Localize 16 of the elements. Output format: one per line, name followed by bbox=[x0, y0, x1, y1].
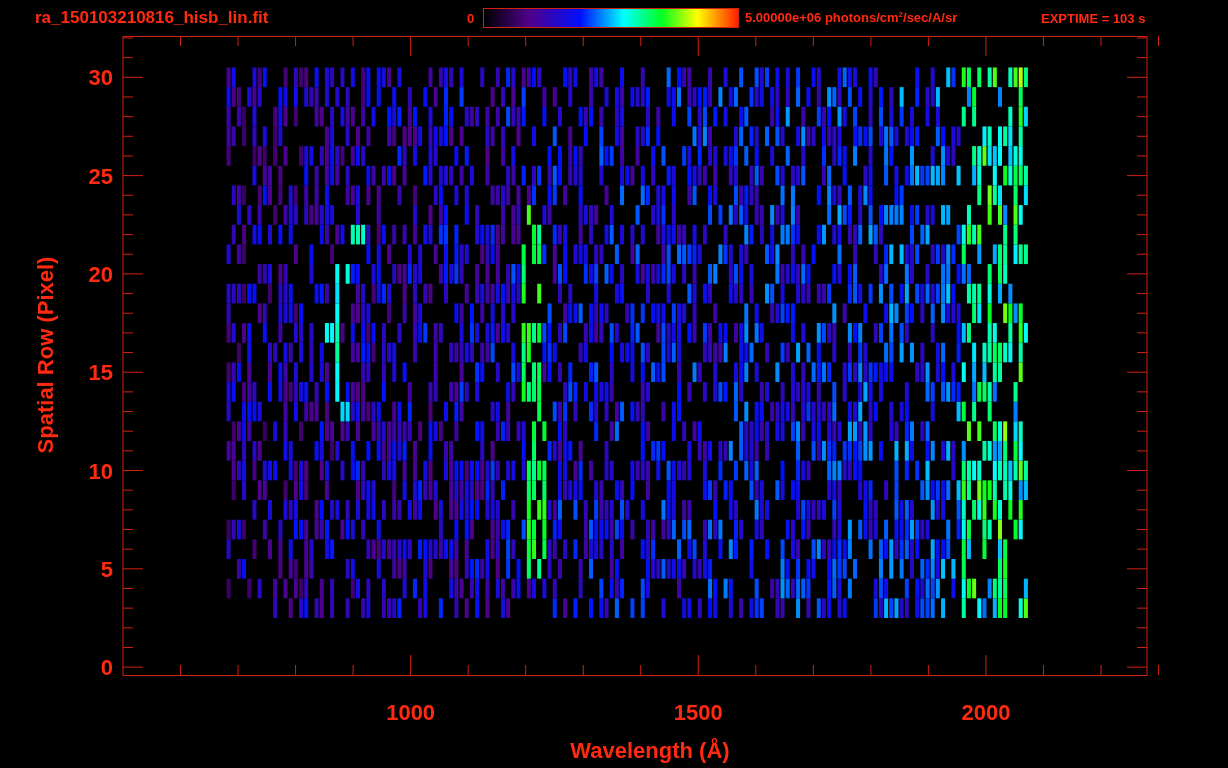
y-tick-label: 15 bbox=[88, 360, 113, 386]
y-tick-label: 10 bbox=[88, 458, 113, 484]
y-tick-label: 5 bbox=[100, 556, 113, 582]
x-tick-label: 2000 bbox=[961, 700, 1011, 725]
exposure-time: EXPTIME = 103 s bbox=[1041, 10, 1146, 26]
y-tick-label: 25 bbox=[88, 163, 113, 189]
x-axis-label: Wavelength (Å) bbox=[570, 738, 730, 763]
y-tick-label: 30 bbox=[88, 65, 113, 91]
y-tick-label: 20 bbox=[88, 261, 113, 287]
y-tick-label: 0 bbox=[100, 655, 113, 681]
file-title: ra_150103210816_hisb_lin.fit bbox=[35, 8, 270, 28]
y-axis-label: Spatial Row (Pixel) bbox=[33, 256, 58, 454]
colorbar-min-label: 0 bbox=[467, 10, 476, 26]
x-tick-label: 1500 bbox=[673, 700, 723, 725]
colorbar-max-label: 5.00000e+06 photons/cm$^{2}$/sec/A/sr bbox=[745, 10, 959, 26]
x-tick-label: 1000 bbox=[386, 700, 436, 725]
